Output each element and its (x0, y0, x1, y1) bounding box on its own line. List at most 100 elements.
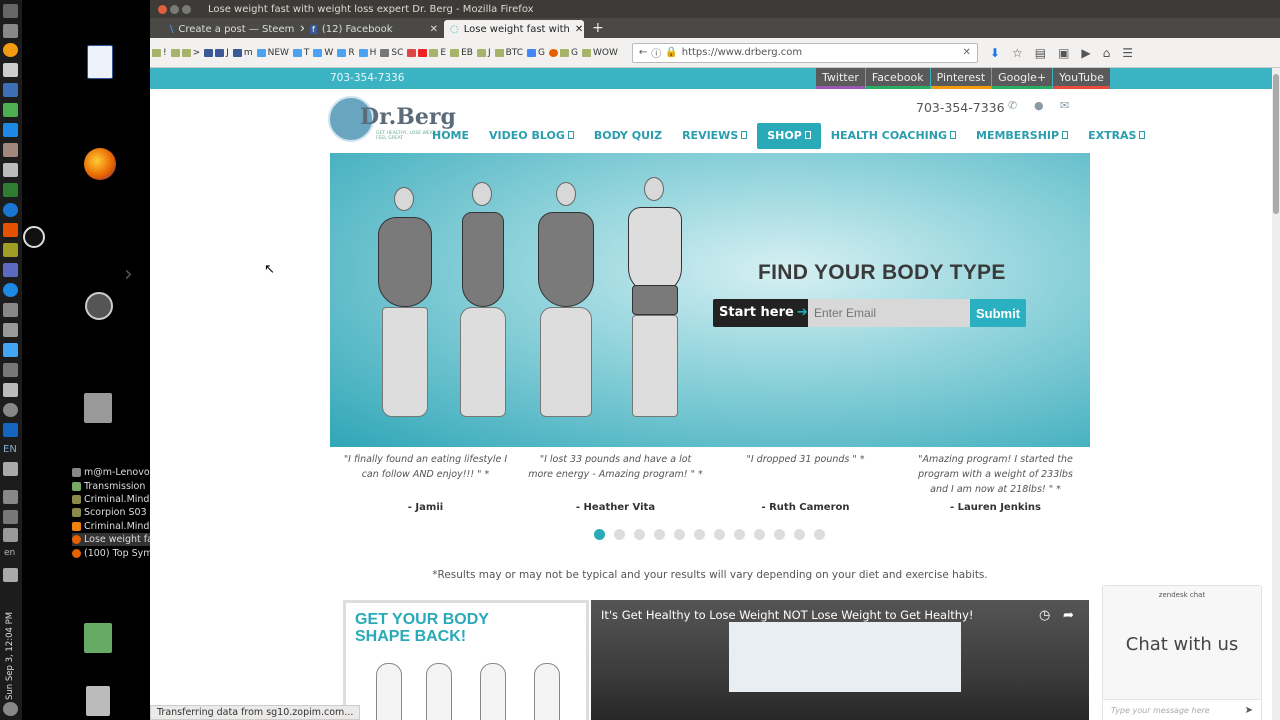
video-player[interactable]: It's Get Healthy to Lose Weight NOT Lose… (591, 600, 1089, 720)
submit-button[interactable]: Submit (970, 299, 1026, 327)
notes-icon[interactable] (3, 63, 18, 77)
input-language[interactable]: en (4, 548, 15, 558)
bookmark[interactable]: E (407, 48, 446, 58)
bookmark[interactable]: WOW (582, 48, 618, 58)
tab-steemit[interactable]: \ Create a post — Steem ✕ (164, 20, 304, 38)
home-icon[interactable]: ⌂ (1103, 46, 1111, 60)
carousel-dot[interactable] (654, 529, 665, 540)
carousel-dot[interactable] (594, 529, 605, 540)
social-youtube[interactable]: YouTube (1053, 68, 1110, 89)
bookmark[interactable]: G (549, 48, 578, 58)
nav-shop[interactable]: SHOP (757, 123, 821, 149)
body-shape-promo[interactable]: GET YOUR BODY SHAPE BACK! (343, 600, 589, 720)
bookmark[interactable]: J (476, 48, 491, 58)
info-icon[interactable]: ⓘ (651, 45, 661, 60)
email-input[interactable] (808, 299, 970, 327)
watch-later-icon[interactable]: ◷ (1039, 608, 1050, 623)
close-tab-icon[interactable]: ✕ (575, 24, 583, 35)
carousel-dot[interactable] (734, 529, 745, 540)
phone-icon[interactable]: ✆ (1008, 99, 1017, 112)
page-scrollbar[interactable] (1272, 68, 1280, 720)
scrollbar-thumb[interactable] (1273, 74, 1279, 214)
bookmark[interactable]: SC (380, 48, 403, 58)
stop-icon[interactable]: ✕ (963, 47, 971, 58)
screenshot-icon[interactable]: ▣ (1058, 46, 1069, 60)
app2-icon[interactable] (3, 263, 18, 277)
bookmark[interactable]: EB (450, 48, 473, 58)
close-window-icon[interactable] (158, 4, 167, 14)
carousel-dot[interactable] (814, 529, 825, 540)
disk-icon[interactable] (3, 163, 18, 177)
terminal-icon[interactable] (3, 183, 18, 197)
bookmark[interactable]: R (337, 48, 355, 58)
bookmark-star-icon[interactable]: ☆ (1012, 46, 1023, 60)
download-icon[interactable]: ⬇ (990, 46, 1000, 60)
calendar-icon[interactable] (3, 83, 18, 97)
bluetooth-icon[interactable] (3, 462, 18, 476)
bookmark[interactable]: ! (152, 48, 167, 58)
printer-icon[interactable] (3, 383, 18, 397)
app-icon[interactable] (3, 223, 18, 237)
bookmark[interactable]: J (204, 48, 229, 58)
mail-icon[interactable]: ✉ (1060, 99, 1069, 112)
header-phone[interactable]: 703-354-7336 (916, 100, 1005, 115)
nav-home[interactable]: HOME (330, 123, 479, 149)
social-pinterest[interactable]: Pinterest (930, 68, 992, 89)
arrow-icon[interactable] (3, 24, 18, 38)
video-title[interactable]: It's Get Healthy to Lose Weight NOT Lose… (601, 608, 974, 622)
carousel-dot[interactable] (614, 529, 625, 540)
social-googleplus[interactable]: Google+ (992, 68, 1053, 89)
volume-icon[interactable] (3, 568, 18, 582)
chat-message-input[interactable]: Type your message here (1103, 699, 1261, 720)
new-tab-button[interactable]: + (592, 20, 604, 36)
writer-document-icon[interactable] (87, 45, 113, 79)
bookmark[interactable]: T (292, 48, 309, 58)
share-icon[interactable]: ➦ (1063, 608, 1074, 623)
carousel-dot[interactable] (794, 529, 805, 540)
tool-icon[interactable] (3, 303, 18, 317)
carousel-dot[interactable] (694, 529, 705, 540)
monitor-icon[interactable] (3, 323, 18, 337)
social-twitter[interactable]: Twitter (816, 68, 865, 89)
trash-icon[interactable] (86, 686, 110, 716)
close-tab-icon[interactable]: ✕ (430, 24, 438, 35)
bookmark[interactable]: BTC (494, 48, 523, 58)
folder-icon[interactable] (3, 243, 18, 257)
social-facebook[interactable]: Facebook (865, 68, 930, 89)
keyboard-language[interactable]: EN (3, 444, 17, 455)
chevron-right-icon[interactable]: › (124, 262, 133, 287)
obs-icon[interactable] (23, 226, 45, 248)
transfer-icon[interactable] (3, 528, 18, 542)
app3-icon[interactable] (3, 423, 18, 437)
carousel-dot[interactable] (714, 529, 725, 540)
zendesk-chat-widget[interactable]: zendesk chat Chat with us Type your mess… (1102, 585, 1262, 720)
grid-icon[interactable] (3, 123, 18, 137)
clock[interactable]: Sun Sep 3, 12:04 PM (5, 600, 17, 700)
file-cabinet-icon[interactable] (84, 393, 112, 423)
settings-icon[interactable] (3, 403, 18, 417)
tab-drberg[interactable]: ◌ Lose weight fast with ✕ (444, 20, 584, 38)
nav-health-coaching[interactable]: HEALTH COACHING (821, 123, 966, 149)
maximize-window-icon[interactable] (182, 4, 191, 14)
bitcoin-icon[interactable] (3, 43, 18, 57)
back-arrow-icon[interactable]: ← (639, 47, 647, 58)
atom-icon[interactable] (3, 343, 18, 357)
nav-extras[interactable]: EXTRAS (1078, 123, 1155, 149)
tab-facebook[interactable]: f (12) Facebook ✕ (304, 20, 444, 38)
carousel-dot[interactable] (754, 529, 765, 540)
send-icon[interactable]: ➤ (1245, 705, 1253, 716)
nav-membership[interactable]: MEMBERSHIP (966, 123, 1078, 149)
ubuntu-icon[interactable] (85, 292, 113, 320)
carousel-dot[interactable] (774, 529, 785, 540)
network-icon[interactable] (3, 363, 18, 377)
library-icon[interactable]: ▤ (1035, 46, 1046, 60)
minimize-window-icon[interactable] (170, 4, 179, 14)
bookmark[interactable]: m (232, 48, 253, 58)
nav-video-blog[interactable]: VIDEO BLOG (479, 123, 584, 149)
bookmark[interactable]: G (527, 48, 545, 58)
chat-bubble-icon[interactable]: ● (1034, 99, 1044, 112)
youtube-addon-icon[interactable]: ▶ (1081, 46, 1090, 60)
top-phone[interactable]: 703-354-7336 (330, 72, 404, 84)
carousel-dot[interactable] (674, 529, 685, 540)
nav-body-quiz[interactable]: BODY QUIZ (584, 123, 672, 149)
